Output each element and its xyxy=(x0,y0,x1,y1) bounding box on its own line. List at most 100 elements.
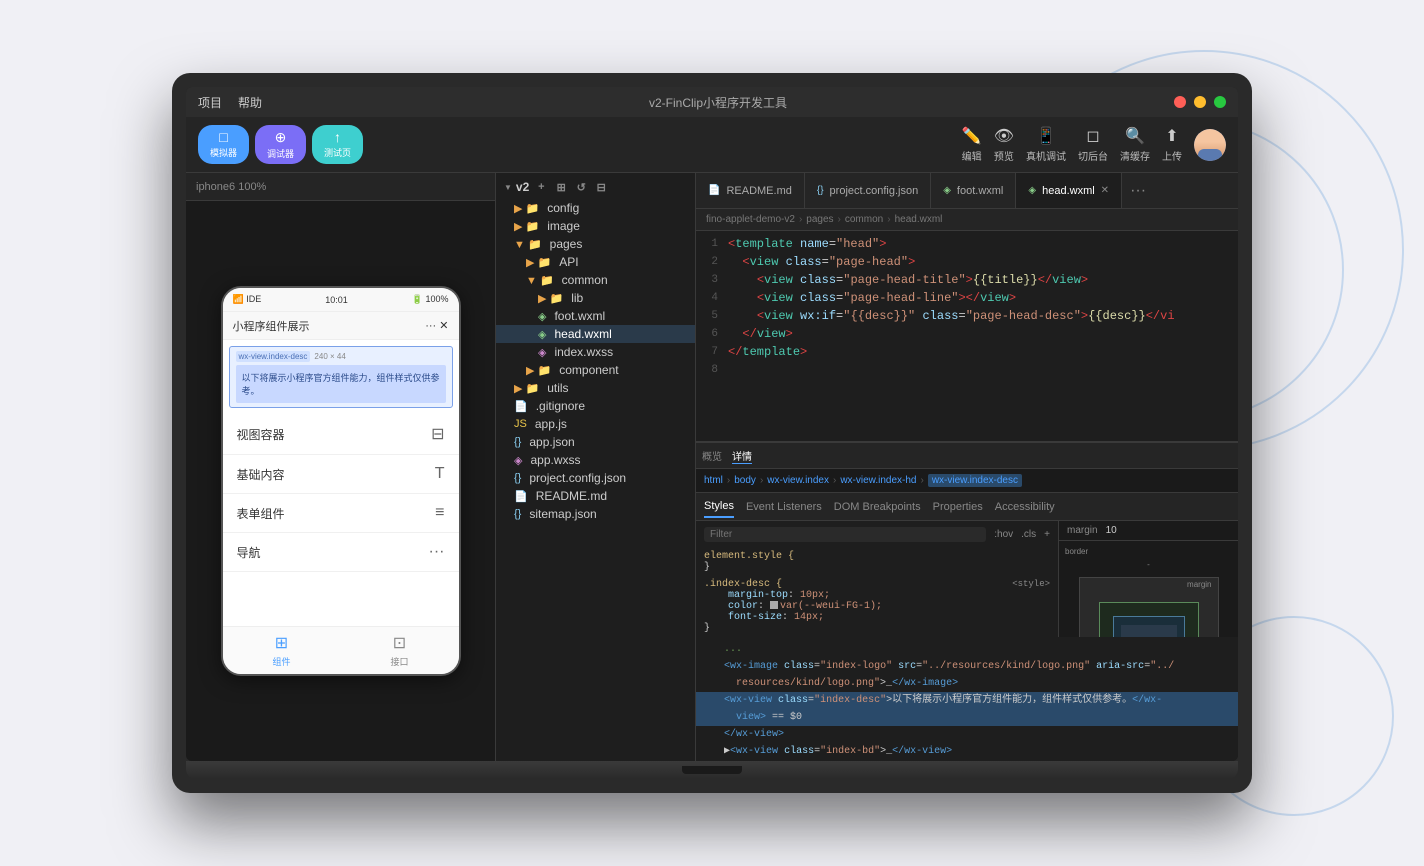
file-icon: ▼ 📁 xyxy=(526,274,554,287)
styles-filter-input[interactable] xyxy=(704,527,986,542)
new-folder-icon[interactable]: ⊞ xyxy=(553,179,569,195)
clear-cache-btn[interactable]: 🔍 清缓存 xyxy=(1120,126,1150,163)
file-tree-item-app-wxss[interactable]: ◈ app.wxss xyxy=(496,451,695,469)
edit-btn[interactable]: ✏️ 编辑 xyxy=(962,126,982,163)
tab-more-btn[interactable]: ··· xyxy=(1122,182,1154,200)
tab-accessibility[interactable]: Accessibility xyxy=(995,497,1055,517)
file-tree-item-common[interactable]: ▼ 📁common xyxy=(496,271,695,289)
user-avatar[interactable] xyxy=(1194,129,1226,161)
box-content: 240 × 44 xyxy=(1121,625,1177,637)
file-tree-item-index-wxss[interactable]: ◈ index.wxss xyxy=(496,343,695,361)
file-icon: {} xyxy=(514,508,521,520)
breadcrumb-item-1: pages xyxy=(806,214,833,225)
preview-icon: 👁 xyxy=(994,126,1014,146)
subtab-overview[interactable]: 概览 xyxy=(702,448,722,463)
breadcrumb-item-2: common xyxy=(845,214,883,225)
subtab-details[interactable]: 详情 xyxy=(732,448,752,464)
breadcrumb-item-0: fino-applet-demo-v2 xyxy=(706,214,795,225)
file-name: app.json xyxy=(529,435,574,449)
inspector-subtabs: 概览 详情 xyxy=(696,443,1238,469)
file-tree-item-pages[interactable]: ▼ 📁pages xyxy=(496,235,695,253)
new-file-icon[interactable]: + xyxy=(533,179,549,195)
simulator-icon: □ xyxy=(219,129,227,145)
tab-foot-icon: ◈ xyxy=(943,185,951,196)
tab-close-icon[interactable]: ✕ xyxy=(1101,185,1109,196)
code-line-1: 1 <template name="head"> xyxy=(696,235,1238,253)
debugger-btn[interactable]: ⊕ 调试器 xyxy=(255,125,306,164)
elem-html[interactable]: html xyxy=(704,475,723,486)
collapse-icon[interactable]: ⊟ xyxy=(593,179,609,195)
tab-dom-breakpoints[interactable]: DOM Breakpoints xyxy=(834,497,921,517)
source-line-2: <wx-image class="index-logo" src="../res… xyxy=(696,658,1238,675)
file-tree-item-config[interactable]: ▶ 📁config xyxy=(496,199,695,217)
screen: 项目 帮助 v2-FinClip小程序开发工具 □ 模拟器 ⊕ 调试器 xyxy=(186,87,1238,761)
tab-event-listeners[interactable]: Event Listeners xyxy=(746,497,822,517)
code-lines: 1 <template name="head"> 2 <view class="… xyxy=(696,231,1238,441)
tab-foot[interactable]: ◈ foot.wxml xyxy=(931,173,1016,209)
tab-config[interactable]: {} project.config.json xyxy=(805,173,931,209)
simulator-btn[interactable]: □ 模拟器 xyxy=(198,125,249,164)
min-btn[interactable] xyxy=(1194,96,1206,108)
file-tree-item-API[interactable]: ▶ 📁API xyxy=(496,253,695,271)
device-label: 真机调试 xyxy=(1026,148,1066,163)
nav-component[interactable]: ⊞ 组件 xyxy=(223,627,341,674)
background-btn[interactable]: ◻ 切后台 xyxy=(1078,126,1108,163)
tab-head-icon: ◈ xyxy=(1028,185,1036,196)
style-tabs: Styles Event Listeners DOM Breakpoints P… xyxy=(696,493,1238,521)
file-tree-items: ▶ 📁config▶ 📁image▼ 📁pages▶ 📁API▼ 📁common… xyxy=(496,199,695,523)
nav-api[interactable]: ⊡ 接口 xyxy=(341,627,459,674)
file-tree-item-utils[interactable]: ▶ 📁utils xyxy=(496,379,695,397)
tab-head[interactable]: ◈ head.wxml ✕ xyxy=(1016,173,1122,209)
device-debug-btn[interactable]: 📱 真机调试 xyxy=(1026,126,1066,163)
file-name: foot.wxml xyxy=(554,309,605,323)
hov-btn[interactable]: :hov xyxy=(994,529,1013,540)
styles-toolbar: :hov .cls + xyxy=(696,521,1058,547)
file-tree-item--gitignore[interactable]: 📄 .gitignore xyxy=(496,397,695,415)
code-editor[interactable]: 1 <template name="head"> 2 <view class="… xyxy=(696,231,1238,441)
plus-btn[interactable]: + xyxy=(1044,529,1050,540)
menu-project[interactable]: 项目 xyxy=(198,94,222,111)
file-tree-item-component[interactable]: ▶ 📁component xyxy=(496,361,695,379)
file-name: index.wxss xyxy=(554,345,613,359)
upload-btn[interactable]: ⬆ 上传 xyxy=(1162,126,1182,163)
tab-styles[interactable]: Styles xyxy=(704,496,734,518)
phone-content: wx-view.index-desc 240 × 44 以下将展示小程序官方组件… xyxy=(223,346,459,626)
file-tree-item-project-config-json[interactable]: {} project.config.json xyxy=(496,469,695,487)
file-name: sitemap.json xyxy=(529,507,596,521)
preview-btn[interactable]: 👁 预览 xyxy=(994,126,1014,163)
tab-readme[interactable]: 📄 README.md xyxy=(696,173,805,209)
phone-list-item[interactable]: 导航··· xyxy=(223,533,459,572)
file-tree-item-README-md[interactable]: 📄 README.md xyxy=(496,487,695,505)
file-tree-item-foot-wxml[interactable]: ◈ foot.wxml xyxy=(496,307,695,325)
tab-properties[interactable]: Properties xyxy=(933,497,983,517)
phone-list-item[interactable]: 视图容器⊟ xyxy=(223,414,459,455)
file-name: .gitignore xyxy=(536,399,585,413)
phone-list-item[interactable]: 基础内容T xyxy=(223,455,459,494)
file-icon: ▶ 📁 xyxy=(514,382,539,395)
file-tree-item-sitemap-json[interactable]: {} sitemap.json xyxy=(496,505,695,523)
phone-list-item[interactable]: 表单组件≡ xyxy=(223,494,459,533)
file-tree-item-lib[interactable]: ▶ 📁lib xyxy=(496,289,695,307)
close-btn[interactable] xyxy=(1174,96,1186,108)
file-tree-item-app-json[interactable]: {} app.json xyxy=(496,433,695,451)
file-tree-item-image[interactable]: ▶ 📁image xyxy=(496,217,695,235)
elem-wx-view-desc[interactable]: wx-view.index-desc xyxy=(928,474,1022,487)
menu-help[interactable]: 帮助 xyxy=(238,94,262,111)
phone-more-icon[interactable]: ··· ✕ xyxy=(425,319,448,332)
test-icon: ↑ xyxy=(334,129,341,145)
max-btn[interactable] xyxy=(1214,96,1226,108)
margin-value: 10 xyxy=(1106,525,1117,536)
elem-wx-view-index[interactable]: wx-view.index xyxy=(767,475,829,486)
test-btn[interactable]: ↑ 测试页 xyxy=(312,125,363,164)
file-tree-item-app-js[interactable]: JS app.js xyxy=(496,415,695,433)
refresh-icon[interactable]: ↺ xyxy=(573,179,589,195)
cls-btn[interactable]: .cls xyxy=(1021,529,1036,540)
elem-body[interactable]: body xyxy=(734,475,756,486)
editor-panel: 📄 README.md {} project.config.json ◈ foo… xyxy=(696,173,1238,761)
file-icon: ◈ xyxy=(538,310,546,323)
elem-wx-view-hd[interactable]: wx-view.index-hd xyxy=(840,475,916,486)
file-icon: ▶ 📁 xyxy=(514,220,539,233)
file-tree-item-head-wxml[interactable]: ◈ head.wxml xyxy=(496,325,695,343)
app-title: v2-FinClip小程序开发工具 xyxy=(262,94,1174,111)
file-name: app.wxss xyxy=(530,453,580,467)
